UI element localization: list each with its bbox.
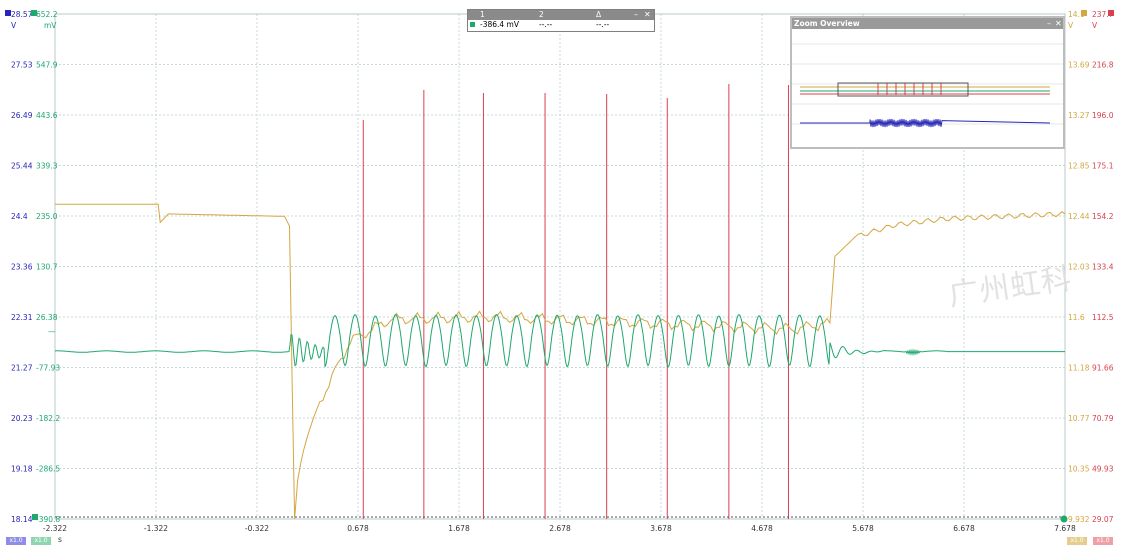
red-axis-tick: 133.4 bbox=[1092, 263, 1114, 272]
time-tick-label: -0.322 bbox=[245, 524, 269, 533]
time-tick-label: 7.678 bbox=[1054, 524, 1076, 533]
orange-axis-unit: V bbox=[1068, 21, 1074, 30]
time-tick-label: 5.678 bbox=[852, 524, 874, 533]
zoom-overview-title: Zoom Overview bbox=[794, 19, 860, 28]
red-axis-tick: 112.5 bbox=[1092, 313, 1114, 322]
cursor-1-value: -386.4 mV bbox=[480, 20, 519, 29]
orange-axis-tick: 11.6 bbox=[1068, 313, 1085, 322]
blue-axis-tick: 27.53 bbox=[11, 61, 33, 70]
green-axis-tick: 443.6 bbox=[36, 111, 58, 120]
red-axis-tick: 70.79 bbox=[1092, 414, 1114, 423]
blue-axis-tick: 24.4 bbox=[11, 212, 28, 221]
orange-axis-tick: 10.77 bbox=[1068, 414, 1090, 423]
close-icon[interactable]: ✕ bbox=[644, 10, 651, 20]
blue-channel-marker[interactable] bbox=[5, 10, 11, 16]
left-bottom-marker[interactable] bbox=[32, 514, 38, 520]
blue-axis-tick: 21.27 bbox=[11, 364, 33, 373]
red-channel-marker[interactable] bbox=[1108, 10, 1114, 16]
green-axis-unit: mV bbox=[44, 21, 57, 30]
time-unit: s bbox=[58, 535, 62, 544]
green-axis-tick: -286.5 bbox=[36, 465, 60, 474]
green-axis-tick: 26.38 bbox=[36, 313, 58, 322]
cursor-2-header: 2 bbox=[539, 10, 544, 19]
minimize-icon[interactable]: – bbox=[634, 10, 638, 20]
time-tick-label: 4.678 bbox=[751, 524, 773, 533]
blue-axis-tick: 19.18 bbox=[11, 465, 33, 474]
green-axis-tick: 547.9 bbox=[36, 61, 58, 70]
red-axis-tick: 29.07 bbox=[1092, 515, 1114, 524]
right-bottom-marker[interactable] bbox=[1060, 515, 1068, 523]
orange-scale-chip[interactable]: x1.0 bbox=[1067, 537, 1087, 545]
zoom-minimize-icon[interactable]: – bbox=[1047, 18, 1051, 29]
red-axis-tick: 154.2 bbox=[1092, 212, 1114, 221]
time-tick-label: 2.678 bbox=[549, 524, 571, 533]
red-axis-tick: 91.66 bbox=[1092, 364, 1114, 373]
time-tick-label: 1.678 bbox=[448, 524, 470, 533]
red-scale-chip[interactable]: x1.0 bbox=[1093, 537, 1113, 545]
blue-axis-tick: 23.36 bbox=[11, 263, 33, 272]
orange-axis-tick: 12.85 bbox=[1068, 162, 1090, 171]
orange-axis-tick: 11.18 bbox=[1068, 364, 1090, 373]
orange-axis-tick: 13.69 bbox=[1068, 61, 1090, 70]
time-tick-label: 3.678 bbox=[650, 524, 672, 533]
green-zero-marker: — bbox=[48, 327, 56, 336]
zoom-overview-titlebar[interactable]: Zoom Overview – ✕ bbox=[792, 18, 1063, 29]
blue-axis-tick: 26.49 bbox=[11, 111, 33, 120]
green-axis-tick: 130.7 bbox=[36, 263, 58, 272]
orange-channel-marker[interactable] bbox=[1081, 10, 1087, 16]
orange-axis-tick: 12.44 bbox=[1068, 212, 1090, 221]
measurement-row: -386.4 mV --.-- --.-- bbox=[468, 20, 654, 30]
orange-axis-tick: 10.35 bbox=[1068, 465, 1090, 474]
red-axis-tick: 175.1 bbox=[1092, 162, 1114, 171]
time-tick-label: 0.678 bbox=[347, 524, 369, 533]
orange-axis-tick: 12.03 bbox=[1068, 263, 1090, 272]
zoom-overview-plot[interactable] bbox=[792, 29, 1063, 147]
zoom-blue-trace bbox=[800, 118, 1051, 128]
zoom-overview-window[interactable]: Zoom Overview – ✕ bbox=[790, 16, 1065, 149]
orange-axis-tick: 13.27 bbox=[1068, 111, 1090, 120]
cursor-1-header: 1 bbox=[480, 10, 485, 19]
time-tick-label: 6.678 bbox=[953, 524, 975, 533]
red-axis-tick: 196.0 bbox=[1092, 111, 1114, 120]
green-axis-tick: -77.93 bbox=[36, 364, 60, 373]
green-scale-chip[interactable]: x1.0 bbox=[31, 537, 51, 545]
measurement-panel[interactable]: 1 2 Δ – ✕ -386.4 mV --.-- --.-- bbox=[467, 9, 655, 32]
time-tick-label: -2.322 bbox=[43, 524, 67, 533]
red-axis-unit: V bbox=[1092, 21, 1098, 30]
green-axis-tick: 339.3 bbox=[36, 162, 58, 171]
time-tick-label: -1.322 bbox=[144, 524, 168, 533]
measurement-header: 1 2 Δ – ✕ bbox=[468, 10, 654, 20]
zoom-close-icon[interactable]: ✕ bbox=[1055, 18, 1062, 29]
green-axis-tick: -182.2 bbox=[36, 414, 60, 423]
delta-header: Δ bbox=[596, 10, 602, 19]
green-channel-marker[interactable] bbox=[31, 10, 37, 16]
zoom-red-spikes bbox=[877, 83, 942, 95]
blue-axis-tick: 20.23 bbox=[11, 414, 33, 423]
green-axis-tick: 652.2 bbox=[36, 10, 58, 19]
blue-scale-chip[interactable]: x1.0 bbox=[6, 537, 26, 545]
blue-axis-unit: V bbox=[11, 21, 17, 30]
blue-axis-tick: 22.31 bbox=[11, 313, 33, 322]
blue-axis-tick: 18.14 bbox=[11, 515, 33, 524]
green-axis-tick: 235.0 bbox=[36, 212, 58, 221]
red-axis-tick: 49.93 bbox=[1092, 465, 1114, 474]
orange-axis-tick: 9.932 bbox=[1068, 515, 1090, 524]
oscilloscope-view[interactable]: -2.322 -1.322 -0.322 0.678 1.678 2.678 3.678 4.… bbox=[0, 0, 1121, 547]
blue-axis-tick: 25.44 bbox=[11, 162, 33, 171]
green-channel-swatch bbox=[470, 22, 475, 27]
green-axis-tick: -390.8 bbox=[36, 515, 60, 524]
cursor-2-value: --.-- bbox=[539, 20, 553, 29]
delta-value: --.-- bbox=[596, 20, 610, 29]
red-axis-tick: 216.8 bbox=[1092, 61, 1114, 70]
blue-axis-tick: 28.57 bbox=[11, 10, 33, 19]
